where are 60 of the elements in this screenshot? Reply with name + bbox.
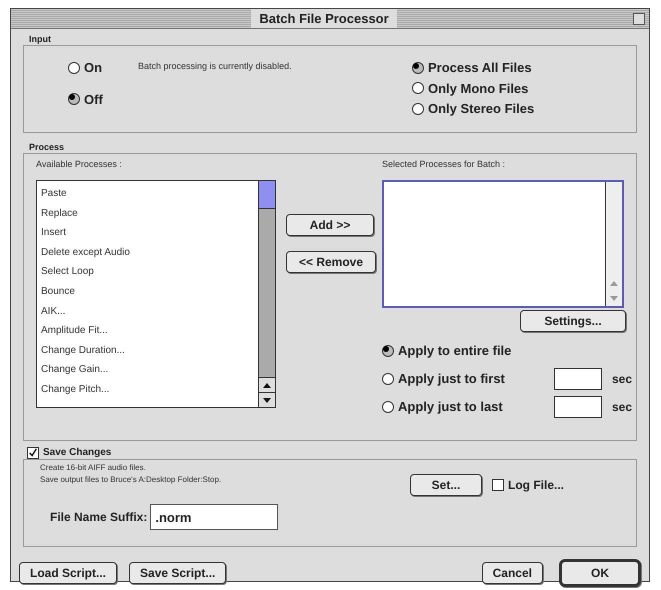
radio-button[interactable]: [68, 62, 80, 74]
push-button[interactable]: Load Script...: [19, 562, 118, 584]
list-label: Available Processes :: [36, 158, 123, 171]
radio-label: Apply to entire file: [398, 342, 512, 360]
list-item[interactable]: Amplitude Fit...: [41, 321, 258, 341]
push-button[interactable]: Save Script...: [129, 562, 226, 584]
radio-label: Process All Files: [428, 59, 532, 77]
radio-button[interactable]: [68, 93, 80, 106]
radio-button[interactable]: [412, 82, 424, 94]
radio-button[interactable]: [382, 373, 394, 385]
list-item[interactable]: AIK...: [41, 302, 258, 322]
checkbox-label: Save Changes: [43, 446, 112, 460]
unit-label: sec: [612, 399, 632, 416]
radio-button[interactable]: [412, 62, 424, 74]
radio-label: Only Mono Files: [428, 80, 528, 98]
window-title: Batch File Processor: [251, 8, 397, 28]
process-list[interactable]: Paste Replace Insert Delete except Audio Select Loop Bounce AIK... Amplitude Fit... Change Duration... Change Gain... Change Pitch...: [36, 180, 276, 408]
group-label: Process: [29, 141, 66, 153]
radio-button[interactable]: [382, 401, 394, 413]
list-label: Selected Processes for Batch :: [382, 158, 506, 171]
radio-label: On: [84, 59, 102, 77]
radio-label: Off: [84, 90, 103, 108]
list-item[interactable]: Change Gain...: [41, 360, 258, 380]
list-item[interactable]: Paste: [41, 184, 258, 204]
radio-label: Apply just to first: [398, 370, 505, 388]
push-button[interactable]: Cancel: [482, 562, 543, 584]
status-text: Batch processing is currently disabled.: [138, 60, 293, 73]
suffix-field[interactable]: .norm: [150, 504, 278, 530]
radio-label: Apply just to last: [398, 398, 503, 416]
scroll-up-icon[interactable]: [263, 382, 271, 388]
list-item[interactable]: Replace: [41, 204, 258, 224]
list-item[interactable]: Bounce: [41, 282, 258, 302]
info-text: Save output files to Bruce's A:Desktop Folder:Stop.: [40, 474, 222, 486]
push-button[interactable]: Set...: [410, 474, 482, 496]
list-item[interactable]: Select Loop: [41, 262, 258, 282]
list-item[interactable]: Delete except Audio: [41, 242, 258, 262]
unit-label: sec: [612, 371, 632, 388]
checkbox[interactable]: [27, 446, 39, 458]
radio-button[interactable]: [412, 102, 424, 115]
list-item[interactable]: Change Pitch...: [41, 380, 258, 400]
list-item[interactable]: Change Duration...: [41, 340, 258, 360]
selected-process-list[interactable]: [382, 180, 624, 308]
push-button[interactable]: OK: [559, 559, 641, 587]
seconds-field[interactable]: [554, 368, 602, 390]
field-label: File Name Suffix:: [50, 509, 148, 526]
list-item[interactable]: Insert: [41, 223, 258, 243]
radio-label: Only Stereo Files: [428, 100, 534, 118]
zoom-box-icon[interactable]: [633, 12, 646, 24]
scroll-bar[interactable]: [258, 181, 275, 407]
group-label: Input: [29, 33, 52, 45]
info-text: Create 16-bit AIFF audio files.: [40, 462, 147, 474]
scroll-thumb[interactable]: [259, 181, 275, 209]
push-button[interactable]: << Remove: [286, 251, 376, 273]
push-button[interactable]: Add >>: [286, 214, 374, 236]
push-button[interactable]: Settings...: [520, 310, 626, 332]
checkbox[interactable]: [492, 479, 504, 491]
scroll-down-icon[interactable]: [263, 398, 271, 402]
seconds-field[interactable]: [554, 396, 602, 418]
checkbox-label: Log File...: [508, 477, 564, 494]
radio-button[interactable]: [382, 345, 394, 357]
